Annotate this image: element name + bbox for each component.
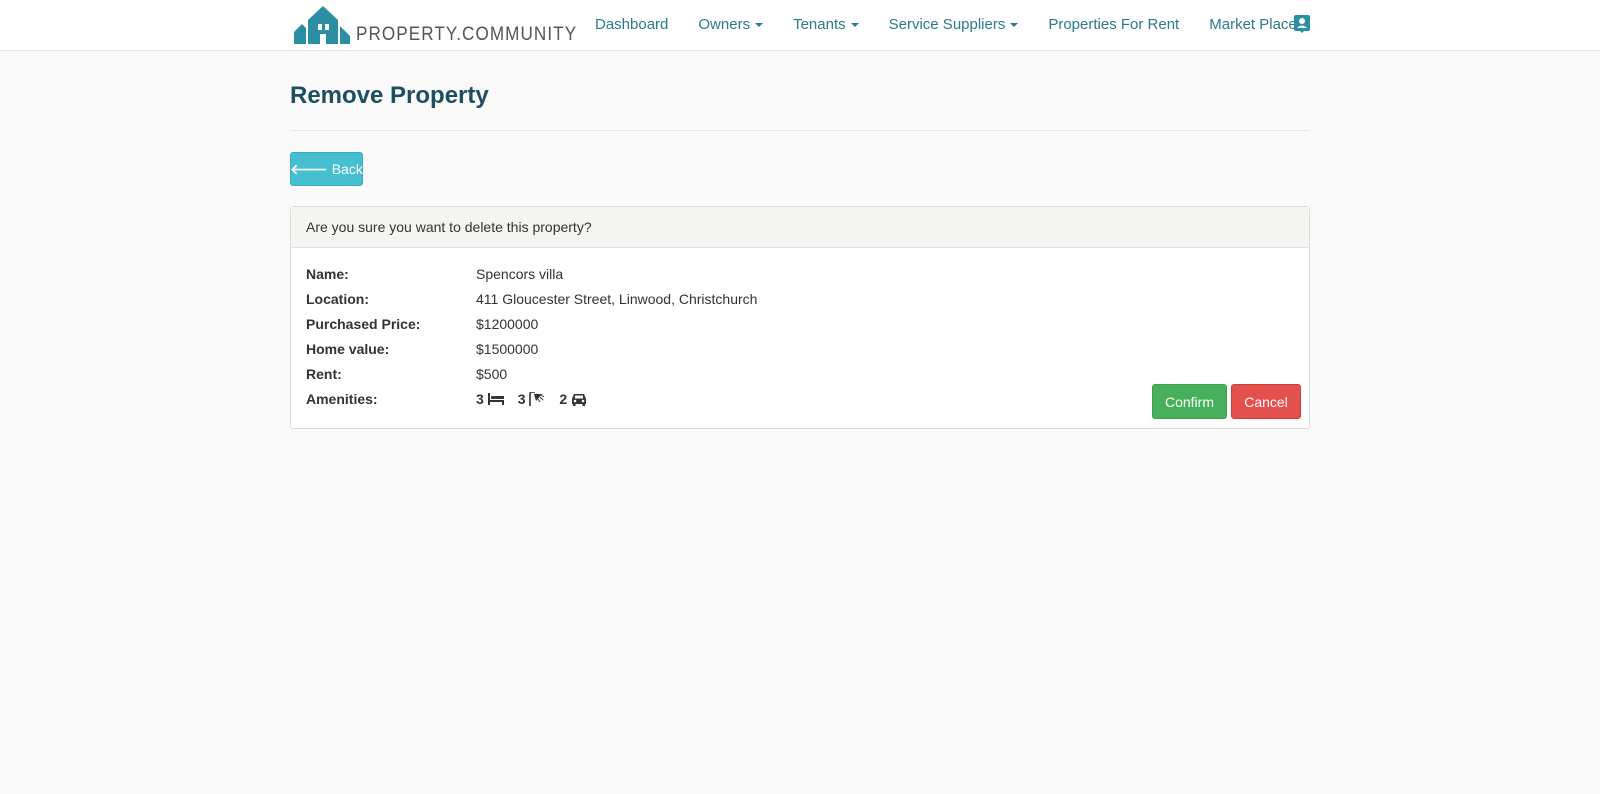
caret-down-icon (755, 23, 764, 27)
contact-card-icon[interactable] (1294, 15, 1310, 36)
detail-row-purchased-price: Purchased Price: $1200000 (306, 314, 538, 334)
car-icon (572, 393, 587, 406)
detail-value: 411 Gloucester Street, Linwood, Christch… (476, 291, 758, 307)
house-logo-icon (294, 6, 350, 44)
amenity-bathrooms: 3 (518, 391, 546, 407)
detail-label: Amenities: (306, 391, 378, 407)
detail-row-name: Name: Spencors villa (306, 264, 563, 284)
back-button-label: Back (331, 161, 363, 177)
panel-heading: Are you sure you want to delete this pro… (291, 207, 1309, 248)
shower-icon (529, 392, 545, 406)
amenity-parking: 2 (559, 391, 587, 407)
detail-value: $1500000 (476, 341, 539, 357)
arrow-left-icon: 🡐 (290, 160, 328, 177)
back-button[interactable]: 🡐 Back (290, 152, 363, 186)
detail-label: Name: (306, 266, 349, 282)
detail-row-rent: Rent: $500 (306, 364, 507, 384)
detail-label: Rent: (306, 366, 342, 382)
detail-value: $1200000 (476, 316, 539, 332)
delete-confirmation-panel: Are you sure you want to delete this pro… (290, 206, 1310, 429)
detail-row-home-value: Home value: $1500000 (306, 339, 538, 359)
bed-icon (487, 393, 504, 405)
confirm-button[interactable]: Confirm (1152, 384, 1227, 419)
detail-row-amenities: Amenities: 3 3 2 (306, 389, 597, 409)
nav-owners[interactable]: Owners (683, 0, 778, 50)
divider (290, 130, 1310, 131)
amenity-bedrooms: 3 (476, 391, 504, 407)
detail-label: Purchased Price: (306, 316, 421, 332)
amenities-list: 3 3 2 (476, 391, 597, 407)
detail-row-location: Location: 411 Gloucester Street, Linwood… (306, 289, 757, 309)
detail-label: Location: (306, 291, 369, 307)
brand-name: PROPERTY.COMMUNITY (356, 24, 578, 45)
detail-label: Home value: (306, 341, 390, 357)
page-title: Remove Property (290, 82, 489, 109)
main-nav: Dashboard Owners Tenants Service Supplie… (580, 0, 1312, 50)
caret-down-icon (850, 23, 859, 27)
nav-dashboard[interactable]: Dashboard (580, 0, 683, 50)
detail-value: Spencors villa (476, 266, 564, 282)
cancel-button[interactable]: Cancel (1231, 384, 1301, 419)
nav-properties-for-rent[interactable]: Properties For Rent (1033, 0, 1194, 50)
brand-logo[interactable]: PROPERTY.COMMUNITY (294, 4, 602, 46)
top-navbar: PROPERTY.COMMUNITY Dashboard Owners Tena… (0, 0, 1600, 51)
caret-down-icon (1010, 23, 1019, 27)
nav-service-suppliers[interactable]: Service Suppliers (874, 0, 1034, 50)
detail-value: $500 (476, 366, 508, 382)
nav-tenants[interactable]: Tenants (778, 0, 874, 50)
